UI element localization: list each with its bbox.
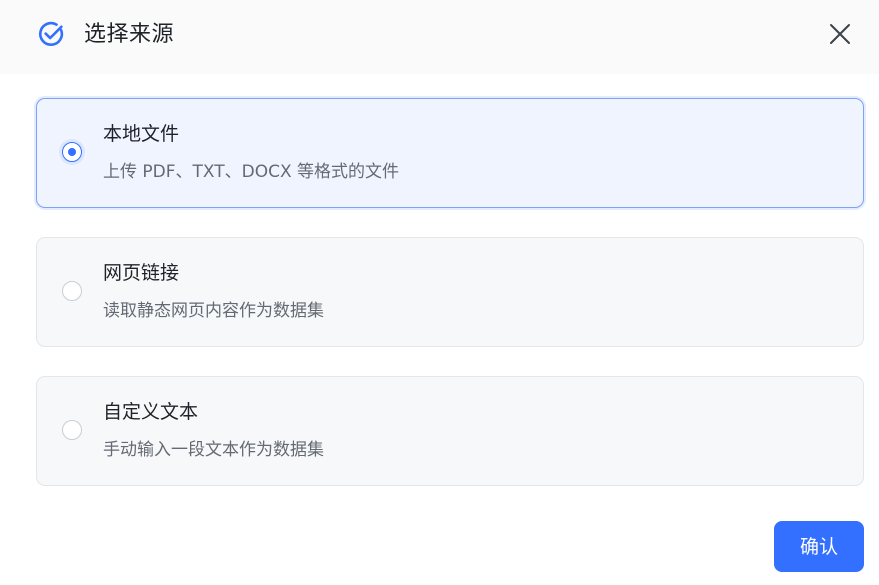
dialog-title: 选择来源 [84, 22, 175, 47]
radio-custom-text[interactable] [62, 420, 82, 440]
option-description: 读取静态网页内容作为数据集 [103, 301, 324, 321]
option-custom-text[interactable]: 自定义文本 手动输入一段文本作为数据集 [36, 376, 864, 486]
option-web-link[interactable]: 网页链接 读取静态网页内容作为数据集 [36, 237, 864, 347]
radio-local-file[interactable] [62, 142, 82, 162]
option-local-file[interactable]: 本地文件 上传 PDF、TXT、DOCX 等格式的文件 [36, 98, 864, 208]
select-source-dialog: 选择来源 本地文件 上传 PDF、TXT、DOCX 等格式的文件 网页链接 读取… [0, 0, 879, 585]
radio-web-link[interactable] [62, 281, 82, 301]
check-circle-icon [39, 21, 64, 47]
option-title: 网页链接 [103, 262, 180, 284]
option-description: 手动输入一段文本作为数据集 [103, 440, 324, 460]
option-title: 本地文件 [103, 123, 180, 145]
dialog-header: 选择来源 [0, 0, 879, 74]
confirm-button[interactable]: 确认 [774, 521, 864, 572]
option-title: 自定义文本 [103, 401, 199, 423]
close-icon [830, 24, 850, 44]
option-description: 上传 PDF、TXT、DOCX 等格式的文件 [103, 162, 400, 182]
close-button[interactable] [824, 18, 856, 50]
